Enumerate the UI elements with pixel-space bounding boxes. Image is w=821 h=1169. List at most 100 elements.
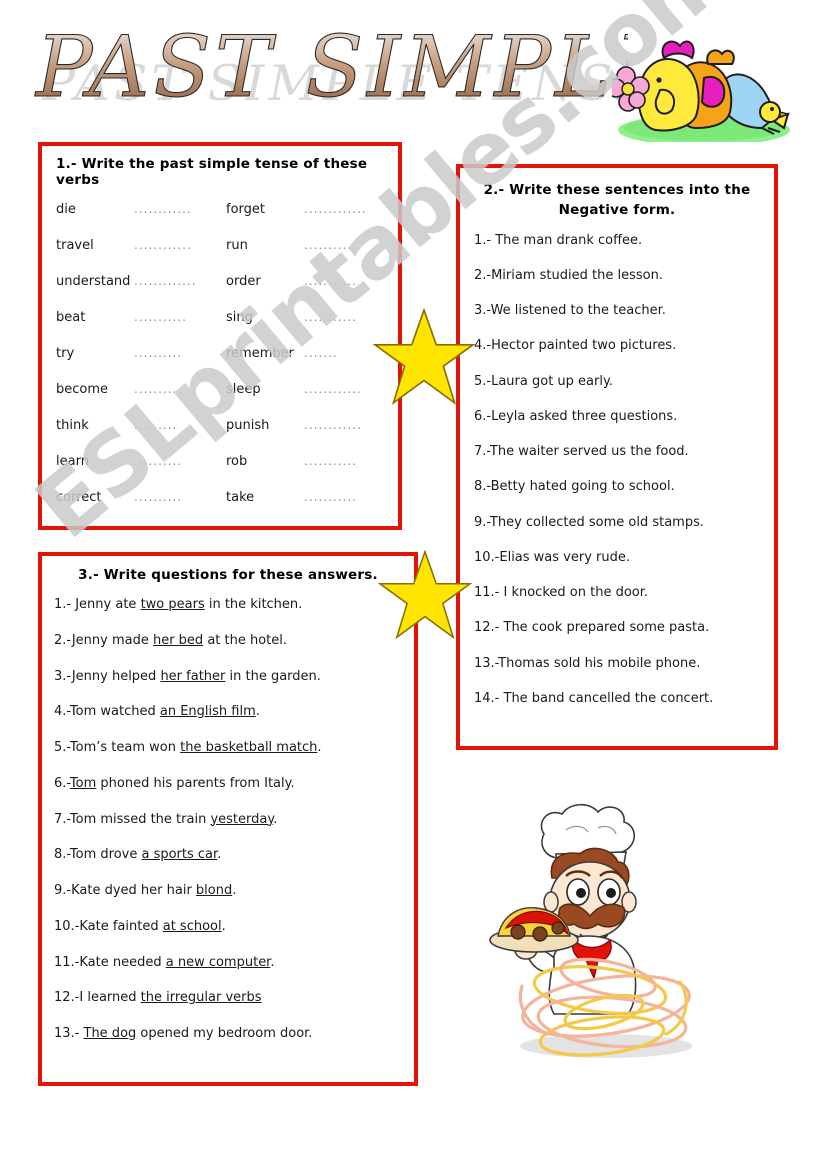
list-item: 2.-Jenny made her bed at the hotel. bbox=[54, 633, 406, 649]
verb-row: die............ forget............. bbox=[56, 202, 388, 238]
verb-label: die bbox=[56, 202, 76, 217]
exercise-1-box: 1.- Write the past simple tense of these… bbox=[38, 142, 402, 530]
sentence-prefix: 9.-Kate dyed her hair bbox=[54, 883, 196, 898]
verb-answer-blank[interactable]: .......... bbox=[134, 490, 182, 504]
exercise-3-box: 3.- Write questions for these answers. 1… bbox=[38, 552, 418, 1086]
underlined-answer: a sports car bbox=[141, 847, 218, 863]
verb-label: correct bbox=[56, 490, 102, 505]
list-item: 8.-Tom drove a sports car. bbox=[54, 847, 406, 863]
verb-pair-left: correct.......... bbox=[56, 490, 222, 505]
list-item: 3.-We listened to the teacher. bbox=[474, 303, 666, 318]
sentence-prefix: 7.-Tom missed the train bbox=[54, 811, 211, 827]
underlined-answer: the basketball match bbox=[180, 740, 318, 755]
list-item: 11.-Kate needed a new computer. bbox=[54, 955, 406, 971]
exercise-1-heading: 1.- Write the past simple tense of these… bbox=[56, 156, 368, 188]
sentence-suffix: . bbox=[317, 740, 322, 755]
verb-answer-blank[interactable]: ........... bbox=[134, 310, 187, 324]
sentence-suffix: in the kitchen. bbox=[204, 597, 303, 612]
list-item: 2.-Miriam studied the lesson. bbox=[474, 267, 663, 283]
sentence-suffix: . bbox=[217, 847, 222, 863]
verb-pair-right: remember....... bbox=[222, 346, 388, 361]
verb-answer-blank[interactable]: ............ bbox=[304, 238, 362, 252]
verb-answer-blank[interactable]: ........... bbox=[304, 310, 357, 324]
sentence-suffix: opened my bedroom door. bbox=[136, 1026, 313, 1041]
underlined-answer: yesterday bbox=[210, 811, 274, 827]
verb-answer-blank[interactable]: .......... bbox=[134, 346, 182, 360]
verb-label: order bbox=[226, 274, 261, 289]
title-script-svg: PAST SIMPLE TENSE PAST SIMPLE TENSE bbox=[33, 18, 628, 117]
verb-answer-blank[interactable]: ............ bbox=[304, 418, 362, 432]
verb-pair-left: die............ bbox=[56, 202, 222, 217]
verb-label: try bbox=[56, 346, 75, 361]
verb-answer-blank[interactable]: ............. bbox=[304, 202, 367, 216]
list-item: 8.-Betty hated going to school. bbox=[474, 479, 675, 495]
verb-answer-blank[interactable]: ......... bbox=[134, 418, 177, 432]
list-item: 12.-I learned the irregular verbs bbox=[54, 990, 406, 1006]
verb-row: correct.......... take........... bbox=[56, 490, 388, 526]
verb-answer-blank[interactable]: ............ bbox=[304, 382, 362, 396]
underlined-answer: her bed bbox=[152, 632, 204, 648]
verb-pair-right: forget............. bbox=[222, 202, 388, 217]
verb-answer-blank[interactable]: ............. bbox=[134, 274, 197, 288]
verb-answer-blank[interactable]: ............ bbox=[134, 202, 192, 216]
verb-pair-left: understand............. bbox=[56, 274, 222, 289]
list-item: 7.-The waiter served us the food. bbox=[474, 444, 689, 459]
list-item: 6.-Tom phoned his parents from Italy. bbox=[54, 776, 406, 792]
list-item: 5.-Tom’s team won the basketball match. bbox=[54, 740, 406, 756]
list-item: 13.- The dog opened my bedroom door. bbox=[54, 1026, 406, 1042]
verb-pair-right: sleep............ bbox=[222, 382, 388, 397]
verb-pair-right: punish............ bbox=[222, 418, 388, 433]
verb-answer-blank[interactable]: .......... bbox=[134, 454, 182, 468]
list-item: 3.-Jenny helped her father in the garden… bbox=[54, 669, 406, 685]
list-item: 11.- I knocked on the door. bbox=[474, 585, 649, 600]
verb-answer-blank[interactable]: ........... bbox=[304, 454, 357, 468]
sentence-prefix: 4.-Tom watched bbox=[54, 704, 160, 720]
exercise-2-heading: 2.- Write these sentences into the Negat… bbox=[483, 182, 751, 219]
verb-label: run bbox=[226, 238, 248, 253]
verb-label: understand bbox=[56, 274, 131, 289]
list-item: 1.- Jenny ate two pears in the kitchen. bbox=[54, 597, 406, 613]
sentence-prefix: 6.- bbox=[54, 775, 70, 791]
sentence-prefix: 10.-Kate fainted bbox=[54, 918, 163, 934]
verb-answer-blank[interactable]: ........... bbox=[304, 274, 357, 288]
exercise-3-heading: 3.- Write questions for these answers. bbox=[78, 567, 378, 583]
verb-pair-right: order........... bbox=[222, 274, 388, 289]
sentence-suffix: phoned his parents from Italy. bbox=[96, 775, 295, 791]
underlined-answer: blond bbox=[195, 883, 233, 898]
verb-pair-left: try.......... bbox=[56, 346, 222, 361]
list-item: 5.-Laura got up early. bbox=[474, 373, 613, 389]
sentence-suffix: . bbox=[255, 704, 260, 720]
underlined-answer: a new computer bbox=[165, 954, 271, 970]
sentence-suffix: . bbox=[232, 883, 237, 898]
chef-illustration bbox=[489, 803, 692, 1058]
verb-answer-blank[interactable]: ........... bbox=[304, 490, 357, 504]
underlined-answer: her father bbox=[160, 668, 226, 684]
verb-answer-blank[interactable]: ............ bbox=[134, 238, 192, 252]
verb-grid: die............ forget............. travel… bbox=[42, 202, 398, 526]
sentence-suffix: in the garden. bbox=[225, 668, 321, 684]
sentence-prefix: 8.-Tom drove bbox=[54, 847, 142, 863]
verb-row: think......... punish............ bbox=[56, 418, 388, 454]
list-item: 6.-Leyla asked three questions. bbox=[474, 408, 678, 424]
verb-row: learn.......... rob........... bbox=[56, 454, 388, 490]
underlined-answer: two pears bbox=[140, 597, 205, 612]
verb-pair-left: think......... bbox=[56, 418, 222, 433]
underlined-answer: an English film bbox=[159, 704, 256, 720]
verb-answer-blank[interactable]: ....... bbox=[304, 346, 338, 360]
sentence-prefix: 3.-Jenny helped bbox=[54, 668, 161, 684]
sentence-prefix: 5.-Tom’s team won bbox=[54, 740, 181, 755]
verb-label: travel bbox=[56, 238, 94, 253]
sentence-suffix: . bbox=[270, 954, 275, 970]
verb-answer-blank[interactable]: ......... bbox=[134, 382, 177, 396]
exercise-2-box: 2.- Write these sentences into the Negat… bbox=[456, 164, 778, 750]
list-item: 13.-Thomas sold his mobile phone. bbox=[474, 655, 701, 671]
underlined-answer: Tom bbox=[69, 775, 97, 791]
underlined-answer: at school bbox=[162, 918, 222, 934]
verb-pair-right: rob........... bbox=[222, 454, 388, 469]
underlined-answer: The dog bbox=[83, 1026, 137, 1041]
page-title: PAST SIMPLE TENSE PAST SIMPLE TENSE bbox=[28, 18, 628, 126]
sentence-prefix: 11.-Kate needed bbox=[54, 954, 166, 970]
verb-label: beat bbox=[56, 310, 86, 325]
verb-label: take bbox=[226, 490, 255, 505]
exercise-3-list: 1.- Jenny ate two pears in the kitchen. 2… bbox=[42, 597, 414, 1042]
